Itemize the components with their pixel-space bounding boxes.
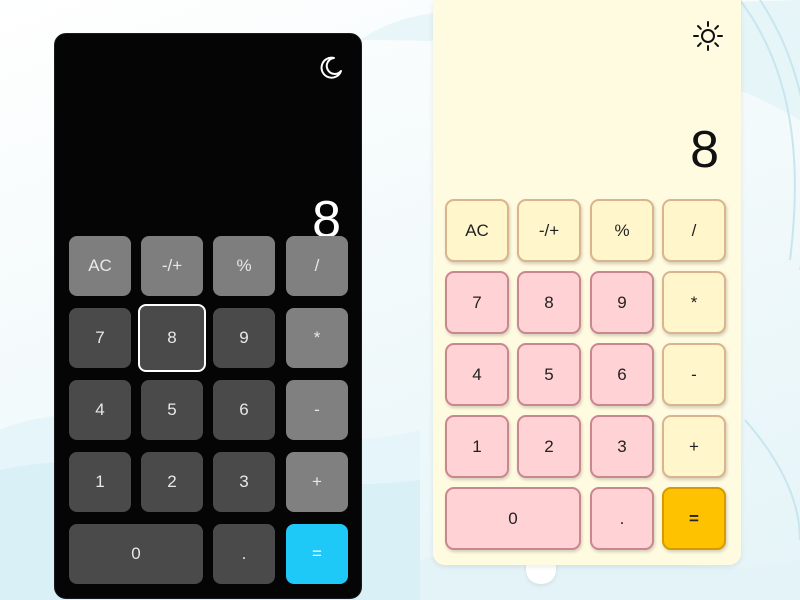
- key-clear[interactable]: AC: [69, 236, 131, 296]
- calculator-light-theme: 8 AC -/+ % / 7 8 9 * 4 5 6 - 1 2 3 + 0 .…: [433, 0, 741, 565]
- key-decimal[interactable]: .: [213, 524, 275, 584]
- key-multiply[interactable]: *: [662, 271, 726, 334]
- key-decimal[interactable]: .: [590, 487, 654, 550]
- key-1[interactable]: 1: [445, 415, 509, 478]
- key-4[interactable]: 4: [445, 343, 509, 406]
- key-5[interactable]: 5: [517, 343, 581, 406]
- key-6[interactable]: 6: [213, 380, 275, 440]
- calculator-display: 8: [690, 121, 719, 179]
- key-toggle-sign[interactable]: -/+: [517, 199, 581, 262]
- key-0[interactable]: 0: [445, 487, 581, 550]
- key-5[interactable]: 5: [141, 380, 203, 440]
- key-3[interactable]: 3: [590, 415, 654, 478]
- key-9[interactable]: 9: [590, 271, 654, 334]
- key-subtract[interactable]: -: [286, 380, 348, 440]
- key-0[interactable]: 0: [69, 524, 203, 584]
- key-equals[interactable]: =: [662, 487, 726, 550]
- key-9[interactable]: 9: [213, 308, 275, 368]
- key-4[interactable]: 4: [69, 380, 131, 440]
- theme-toggle-button[interactable]: [692, 20, 724, 52]
- key-percent[interactable]: %: [590, 199, 654, 262]
- key-equals[interactable]: =: [286, 524, 348, 584]
- key-2[interactable]: 2: [141, 452, 203, 512]
- key-multiply[interactable]: *: [286, 308, 348, 368]
- key-2[interactable]: 2: [517, 415, 581, 478]
- calculator-dark-theme: 8 AC -/+ % / 7 8 9 * 4 5 6 - 1 2 3 + 0 .…: [54, 33, 362, 599]
- theme-toggle-button[interactable]: [317, 54, 345, 82]
- key-8[interactable]: 8: [138, 304, 206, 372]
- key-divide[interactable]: /: [662, 199, 726, 262]
- key-6[interactable]: 6: [590, 343, 654, 406]
- key-8[interactable]: 8: [517, 271, 581, 334]
- moon-icon: [320, 56, 342, 79]
- key-3[interactable]: 3: [213, 452, 275, 512]
- sun-icon: [693, 21, 723, 51]
- key-clear[interactable]: AC: [445, 199, 509, 262]
- key-add[interactable]: +: [286, 452, 348, 512]
- key-7[interactable]: 7: [69, 308, 131, 368]
- key-toggle-sign[interactable]: -/+: [141, 236, 203, 296]
- key-percent[interactable]: %: [213, 236, 275, 296]
- key-divide[interactable]: /: [286, 236, 348, 296]
- key-subtract[interactable]: -: [662, 343, 726, 406]
- key-1[interactable]: 1: [69, 452, 131, 512]
- key-7[interactable]: 7: [445, 271, 509, 334]
- key-add[interactable]: +: [662, 415, 726, 478]
